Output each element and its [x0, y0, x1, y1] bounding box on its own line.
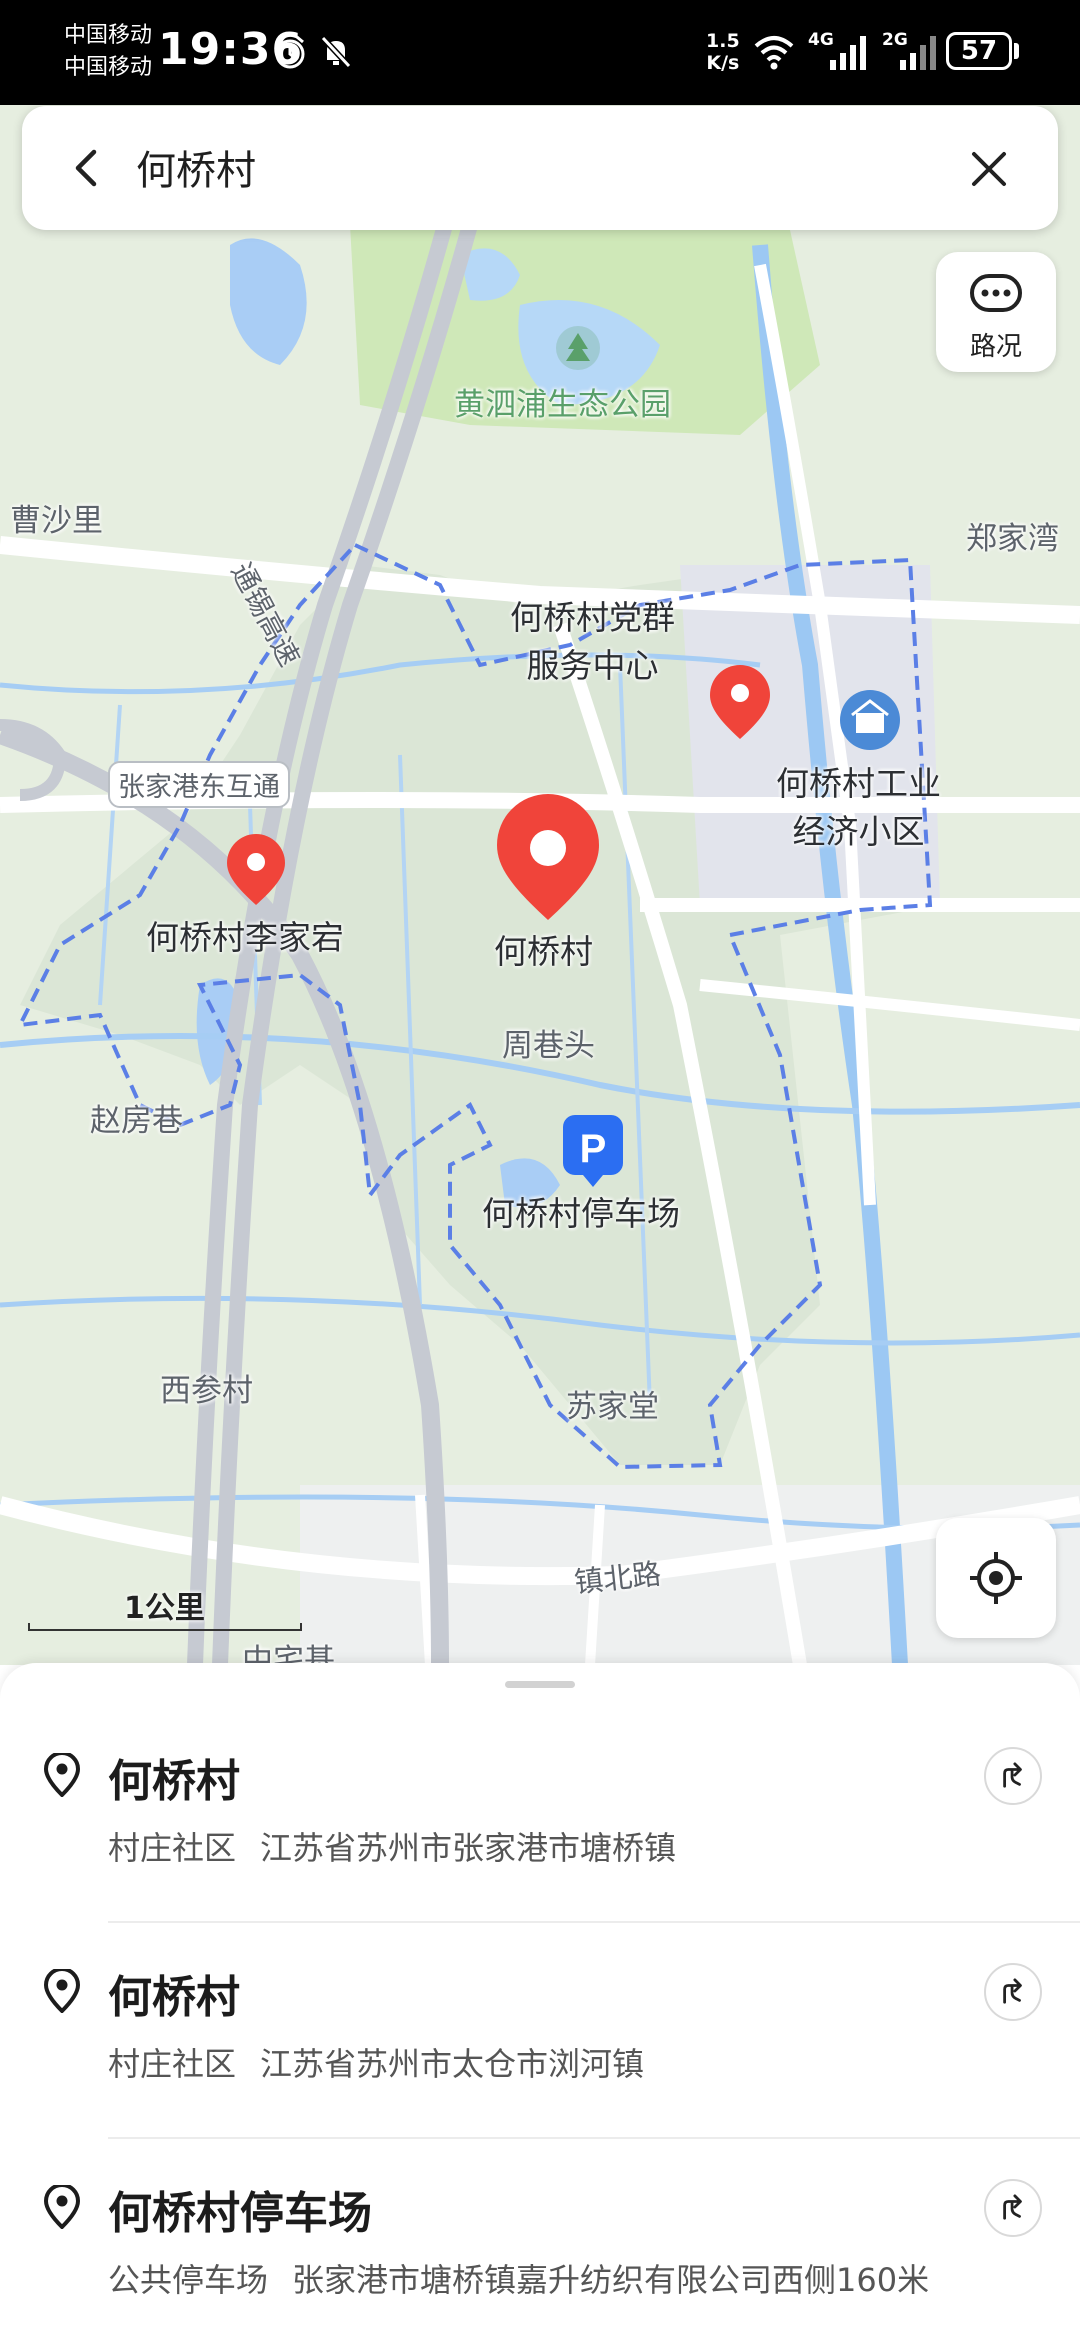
result-address: 江苏省苏州市太仓市浏河镇	[260, 2045, 645, 2083]
map-label-sujiatang: 苏家堂	[566, 1389, 659, 1425]
location-pin-icon	[43, 1969, 81, 2013]
result-address: 张家港市塘桥镇嘉升纺织有限公司西侧160米	[292, 2261, 930, 2299]
result-name: 何桥村停车场	[108, 2188, 372, 2239]
map-label-zhengjiawan: 郑家湾	[966, 521, 1059, 557]
result-meta: 公共停车场 张家港市塘桥镇嘉升纺织有限公司西侧160米	[108, 2255, 929, 2301]
results-sheet[interactable]: 何桥村 村庄社区 江苏省苏州市张家港市塘桥镇 何桥村 村庄社区 江苏省苏州市太仓市浏…	[0, 1663, 1080, 2340]
traffic-button[interactable]: 路况	[936, 252, 1056, 372]
result-item[interactable]: 何桥村停车场 公共停车场 张家港市塘桥镇嘉升纺织有限公司西侧160米	[0, 2095, 1080, 2311]
traffic-label: 路况	[969, 332, 1022, 362]
location-pin-icon	[43, 2185, 81, 2229]
svg-text:P: P	[580, 1127, 607, 1171]
map-view[interactable]: P 黄泗浦生态公园 曹沙里 郑家湾 通锡高速 张家港东互通 何桥村党群 服务中心…	[0, 105, 1080, 1665]
result-category: 村庄社区	[108, 1829, 237, 1867]
map-label-xicancun: 西参村	[160, 1373, 253, 1409]
locate-icon	[970, 1552, 1022, 1604]
result-item[interactable]: 何桥村 村庄社区 江苏省苏州市张家港市塘桥镇	[0, 1663, 1080, 1879]
result-meta: 村庄社区 江苏省苏州市太仓市浏河镇	[108, 2039, 644, 2085]
result-category: 公共停车场	[108, 2261, 269, 2299]
battery-tip	[1014, 43, 1019, 59]
result-item[interactable]: 何桥村 村庄社区 江苏省苏州市太仓市浏河镇	[0, 1879, 1080, 2095]
signal-icon-2	[900, 36, 936, 70]
map-label-heqiaocun[interactable]: 何桥村	[494, 925, 593, 973]
net-speed: 1.5 K/s	[706, 30, 740, 74]
industrial-line2: 经济小区	[792, 812, 925, 851]
back-arrow-icon[interactable]	[62, 142, 114, 194]
traffic-icon	[970, 274, 1022, 312]
search-bar[interactable]: 何桥村	[22, 106, 1058, 230]
map-label-park: 黄泗浦生态公园	[454, 387, 671, 423]
scale-label: 1公里	[124, 1591, 205, 1626]
result-name: 何桥村	[108, 1756, 240, 1807]
route-icon[interactable]	[984, 1963, 1042, 2021]
locate-button[interactable]	[936, 1518, 1056, 1638]
carrier-2: 中国移动	[64, 55, 153, 80]
carrier-1: 中国移动	[64, 23, 153, 48]
map-label-zhongzhaiji: 中宅基	[242, 1643, 335, 1665]
close-icon[interactable]	[964, 144, 1014, 194]
industrial-line1: 何桥村工业	[776, 764, 941, 803]
map-label-caoshali: 曹沙里	[10, 503, 103, 539]
party-center-line2: 服务中心	[526, 646, 659, 685]
map-label-lijiahong[interactable]: 何桥村李家宕	[146, 911, 344, 959]
net-speed-value: 1.5	[706, 30, 740, 52]
map-label-industrial[interactable]: 何桥村工业 经济小区	[776, 757, 941, 853]
net-speed-unit: K/s	[706, 52, 740, 74]
result-meta: 村庄社区 江苏省苏州市张家港市塘桥镇	[108, 1823, 676, 1869]
party-center-line1: 何桥村党群	[510, 598, 675, 637]
route-icon[interactable]	[984, 2179, 1042, 2237]
map-label-interchange: 张家港东互通	[108, 761, 290, 808]
result-category: 村庄社区	[108, 2045, 237, 2083]
route-icon[interactable]	[984, 1747, 1042, 1805]
status-bar: 中国移动 中国移动 19:36 1.5 K/s 4G 2G 57	[0, 0, 1080, 105]
bell-muted-icon	[320, 35, 352, 69]
battery-indicator: 57	[946, 32, 1012, 70]
alarm-icon	[275, 35, 305, 69]
signal-icon-1	[830, 36, 866, 70]
scale-line	[28, 1623, 302, 1631]
map-label-party-center[interactable]: 何桥村党群 服务中心	[510, 591, 675, 687]
result-address: 江苏省苏州市张家港市塘桥镇	[260, 1829, 677, 1867]
map-label-zhouxiangtou: 周巷头	[502, 1028, 595, 1064]
map-label-zhaofangxiang: 赵房巷	[90, 1103, 183, 1139]
wifi-icon	[754, 36, 794, 70]
map-label-parking[interactable]: 何桥村停车场	[482, 1187, 680, 1235]
search-query[interactable]: 何桥村	[136, 138, 256, 196]
location-pin-icon	[43, 1753, 81, 1797]
map-canvas: P	[0, 105, 1080, 1665]
result-name: 何桥村	[108, 1972, 240, 2023]
